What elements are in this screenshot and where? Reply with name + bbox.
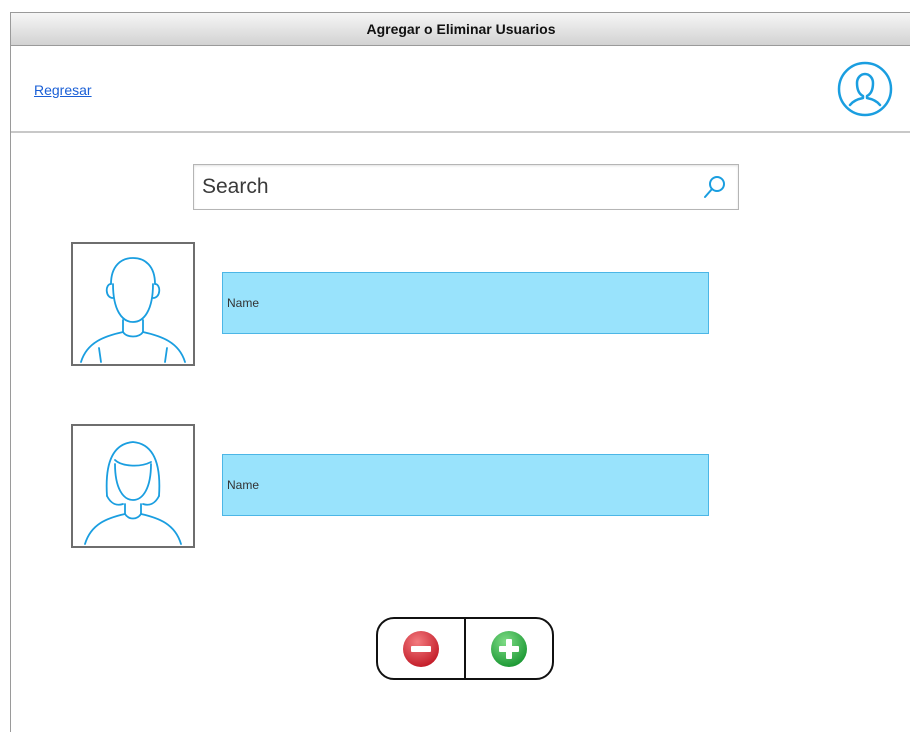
male-avatar-icon xyxy=(80,257,186,363)
female-avatar-icon xyxy=(84,441,182,545)
user-row: Name xyxy=(71,242,711,366)
search-input[interactable] xyxy=(194,165,700,209)
user-circle-icon[interactable] xyxy=(837,61,893,117)
minus-circle-icon xyxy=(403,630,439,667)
back-link[interactable]: Regresar xyxy=(34,82,92,98)
name-field[interactable]: Name xyxy=(222,272,709,334)
user-row: Name xyxy=(71,424,711,548)
user-avatar xyxy=(71,424,195,548)
remove-user-button[interactable] xyxy=(378,619,464,678)
name-field[interactable]: Name xyxy=(222,454,709,516)
add-user-button[interactable] xyxy=(464,619,552,678)
header-bar: Regresar xyxy=(11,46,910,133)
window-title: Agregar o Eliminar Usuarios xyxy=(11,12,910,46)
app-window: Agregar o Eliminar Usuarios Regresar Sea… xyxy=(10,12,910,732)
add-remove-button-group xyxy=(376,617,554,680)
plus-circle-icon xyxy=(491,630,527,667)
search-bar xyxy=(193,164,739,210)
search-icon[interactable] xyxy=(700,172,730,202)
user-avatar xyxy=(71,242,195,366)
